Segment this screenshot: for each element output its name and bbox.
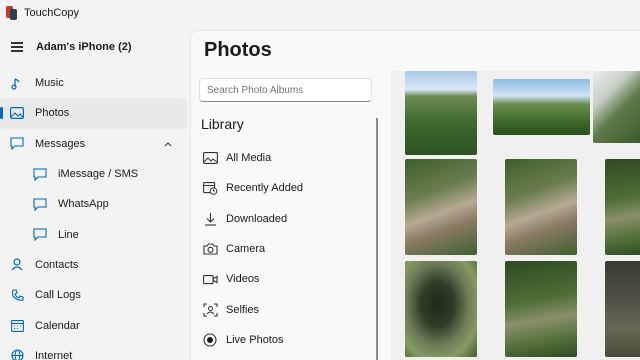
page-title: Photos bbox=[204, 39, 272, 61]
photo-thumbnail[interactable] bbox=[593, 71, 640, 143]
photo-thumbnail[interactable] bbox=[493, 79, 590, 135]
phone-icon bbox=[10, 288, 24, 302]
image-icon bbox=[202, 151, 218, 165]
library-item-recently-added[interactable]: Recently Added bbox=[199, 173, 374, 203]
library-item-all-media[interactable]: All Media bbox=[199, 143, 374, 173]
download-icon bbox=[202, 212, 218, 226]
library-item-videos[interactable]: Videos bbox=[199, 264, 374, 294]
selfie-icon bbox=[202, 303, 218, 317]
library-item-downloaded[interactable]: Downloaded bbox=[199, 204, 374, 234]
globe-icon bbox=[10, 349, 24, 360]
photo-grid bbox=[391, 71, 640, 360]
photo-thumbnail[interactable] bbox=[505, 159, 577, 255]
sidebar-item-internet[interactable]: Internet bbox=[0, 341, 187, 360]
message-icon bbox=[10, 137, 24, 151]
music-note-icon bbox=[10, 76, 24, 90]
library-item-label: Videos bbox=[226, 273, 260, 286]
sidebar-item-call-logs[interactable]: Call Logs bbox=[0, 280, 187, 310]
sidebar-item-photos[interactable]: Photos bbox=[0, 98, 187, 129]
video-icon bbox=[202, 272, 218, 286]
sidebar-item-calendar[interactable]: Calendar bbox=[0, 310, 187, 340]
window-title: TouchCopy bbox=[24, 7, 80, 19]
sidebar-item-messages[interactable]: Messages bbox=[0, 129, 187, 159]
message-icon bbox=[33, 228, 47, 242]
photo-thumbnail[interactable] bbox=[405, 261, 477, 357]
sidebar: Adam's iPhone (2) Music Photos Messages … bbox=[0, 26, 190, 360]
library-item-label: Downloaded bbox=[226, 212, 288, 225]
sidebar-item-label: Line bbox=[58, 228, 79, 241]
main-panel: Photos Library All Media Recently Added … bbox=[190, 30, 640, 360]
image-icon bbox=[10, 106, 24, 120]
library-item-label: Camera bbox=[226, 243, 266, 256]
device-name: Adam's iPhone (2) bbox=[36, 41, 132, 53]
library-item-live-photos[interactable]: Live Photos bbox=[199, 325, 374, 355]
library-item-label: Selfies bbox=[226, 303, 260, 316]
person-icon bbox=[10, 258, 24, 272]
photo-thumbnail[interactable] bbox=[505, 261, 577, 357]
library-item-selfies[interactable]: Selfies bbox=[199, 294, 374, 324]
sidebar-item-line[interactable]: Line bbox=[0, 219, 187, 249]
sidebar-item-label: Photos bbox=[35, 107, 70, 120]
chevron-up-icon[interactable] bbox=[163, 139, 173, 149]
calendar-icon bbox=[10, 319, 24, 333]
library-item-label: All Media bbox=[226, 152, 272, 165]
live-photo-icon bbox=[202, 333, 218, 347]
camera-icon bbox=[202, 242, 218, 256]
library-scrollbar[interactable] bbox=[376, 118, 378, 360]
sidebar-item-label: Music bbox=[35, 77, 64, 90]
sidebar-item-label: WhatsApp bbox=[58, 198, 109, 211]
title-bar: TouchCopy bbox=[0, 0, 640, 26]
search-input[interactable] bbox=[199, 78, 372, 102]
sidebar-item-music[interactable]: Music bbox=[0, 68, 187, 98]
device-header: Adam's iPhone (2) bbox=[0, 26, 190, 68]
photo-thumbnail[interactable] bbox=[405, 71, 477, 155]
sidebar-item-imessage-sms[interactable]: iMessage / SMS bbox=[0, 159, 187, 189]
photo-thumbnail[interactable] bbox=[405, 159, 477, 255]
library-list: All Media Recently Added Downloaded Came… bbox=[199, 143, 374, 355]
touchcopy-logo-icon bbox=[6, 6, 18, 20]
sidebar-item-label: Contacts bbox=[35, 258, 79, 271]
library-item-label: Recently Added bbox=[226, 182, 304, 195]
photo-thumbnail[interactable] bbox=[605, 159, 640, 255]
calendar-clock-icon bbox=[202, 181, 218, 196]
sidebar-item-whatsapp[interactable]: WhatsApp bbox=[0, 189, 187, 219]
library-heading: Library bbox=[201, 116, 244, 132]
message-icon bbox=[33, 197, 47, 211]
sidebar-item-label: Messages bbox=[35, 137, 86, 150]
sidebar-item-contacts[interactable]: Contacts bbox=[0, 250, 187, 280]
hamburger-menu-icon[interactable] bbox=[11, 42, 23, 52]
photo-thumbnail[interactable] bbox=[605, 261, 640, 357]
sidebar-item-label: Calendar bbox=[35, 319, 80, 332]
sidebar-item-label: Call Logs bbox=[35, 289, 81, 302]
library-item-label: Live Photos bbox=[226, 333, 284, 346]
library-item-camera[interactable]: Camera bbox=[199, 234, 374, 264]
sidebar-item-label: iMessage / SMS bbox=[58, 168, 139, 181]
sidebar-item-label: Internet bbox=[35, 349, 73, 360]
message-icon bbox=[33, 167, 47, 181]
